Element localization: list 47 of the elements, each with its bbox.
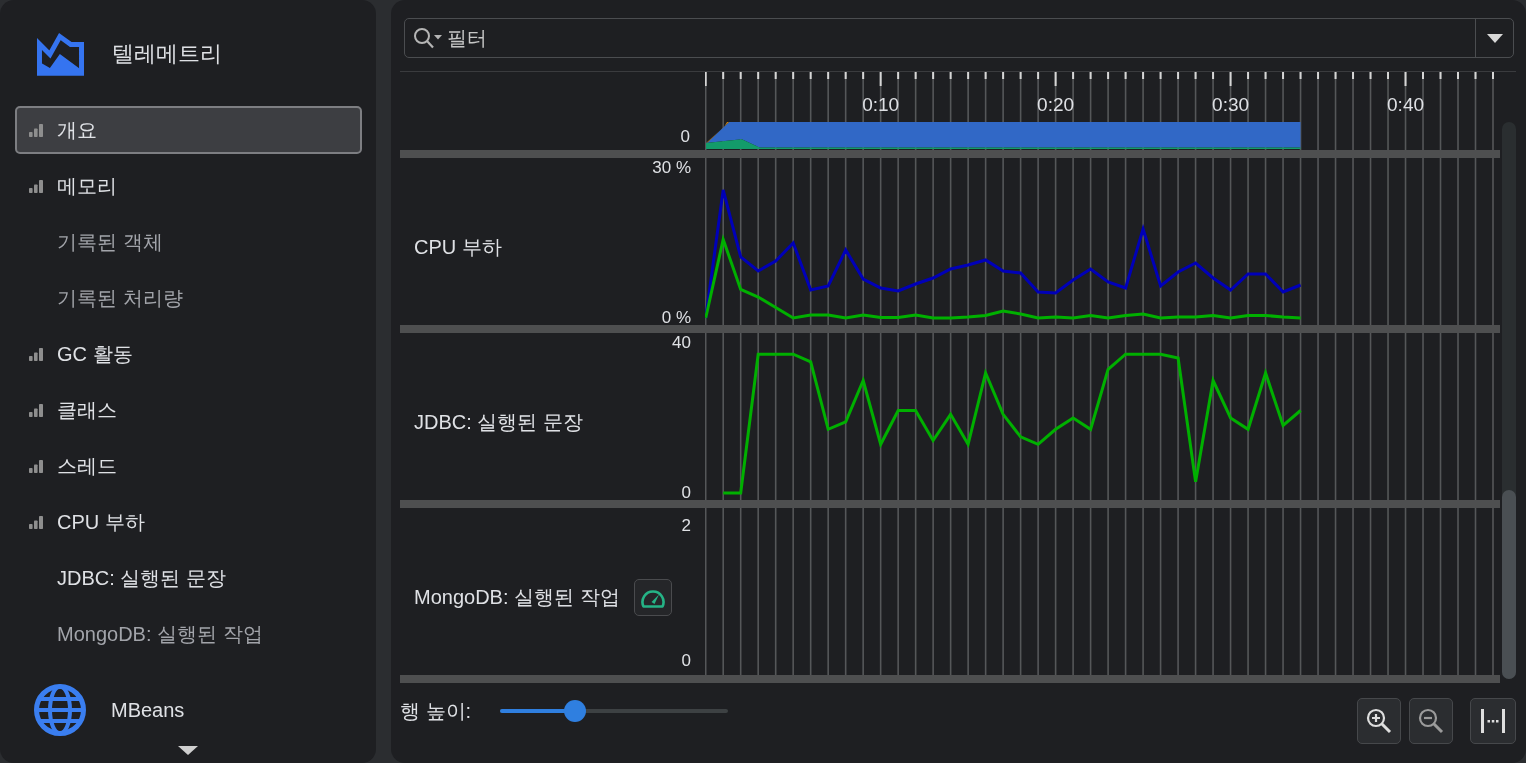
bar-chart-icon <box>29 347 43 361</box>
time-label: 0:40 <box>1387 94 1424 115</box>
bar-chart-icon <box>29 515 43 529</box>
time-label: 0:30 <box>1212 94 1250 115</box>
caret-icon[interactable] <box>178 746 198 755</box>
logo-icon <box>37 32 84 76</box>
caret-icon <box>1486 33 1503 43</box>
globe-icon <box>34 684 86 736</box>
sidebar-item[interactable]: 메모리 <box>15 162 362 210</box>
gauge-icon <box>639 587 666 608</box>
sidebar-item[interactable]: JDBC: 실행된 문장 <box>15 554 362 602</box>
time-label: 0:20 <box>1037 94 1075 115</box>
sidebar-item[interactable]: 클래스 <box>15 386 362 434</box>
bar-chart-icon <box>29 179 43 193</box>
row-height-label: 행 높이: <box>400 699 472 723</box>
mbeans-item[interactable]: MBeans <box>34 684 185 736</box>
zoom-in-icon <box>1366 708 1392 734</box>
scrollbar-thumb[interactable] <box>1502 490 1516 679</box>
row-height-slider[interactable] <box>500 700 729 722</box>
sidebar-item[interactable]: GC 활동 <box>15 330 362 378</box>
zoom-out-icon <box>1418 708 1444 734</box>
bar-chart-icon <box>29 123 43 137</box>
fit-width-button[interactable] <box>1470 698 1516 744</box>
axis-label: 0 <box>681 486 691 500</box>
gauge-button[interactable] <box>633 579 672 616</box>
axis-label: 30 % <box>652 161 691 175</box>
axis-label: 2 <box>681 516 691 536</box>
slider-thumb[interactable] <box>564 700 587 722</box>
sidebar-title: 텔레메트리 <box>112 40 222 68</box>
zoom-in-button[interactable] <box>1357 698 1401 744</box>
axis-label: 0 <box>681 651 691 671</box>
filter-box[interactable]: 필터 <box>404 18 1514 58</box>
row-title: MongoDB: 실행된 작업 <box>414 585 620 610</box>
axis-label: 0 % <box>661 311 691 325</box>
axis-label: 40 <box>672 336 691 350</box>
sidebar-item[interactable]: CPU 부하 <box>15 498 362 546</box>
filter-field[interactable]: 필터 <box>443 23 1475 53</box>
time-label: 0:10 <box>862 94 900 115</box>
axis-label: 0 <box>680 127 690 147</box>
search-icon[interactable] <box>413 27 443 49</box>
bar-chart-icon <box>29 459 43 473</box>
row-title: JDBC: 실행된 문장 <box>414 410 583 435</box>
bar-chart-icon <box>29 403 43 417</box>
sidebar-item[interactable]: 스레드 <box>15 442 362 490</box>
fit-width-icon <box>1480 708 1506 734</box>
sidebar-item[interactable]: 개요 <box>15 106 362 154</box>
row-title: CPU 부하 <box>414 235 502 260</box>
